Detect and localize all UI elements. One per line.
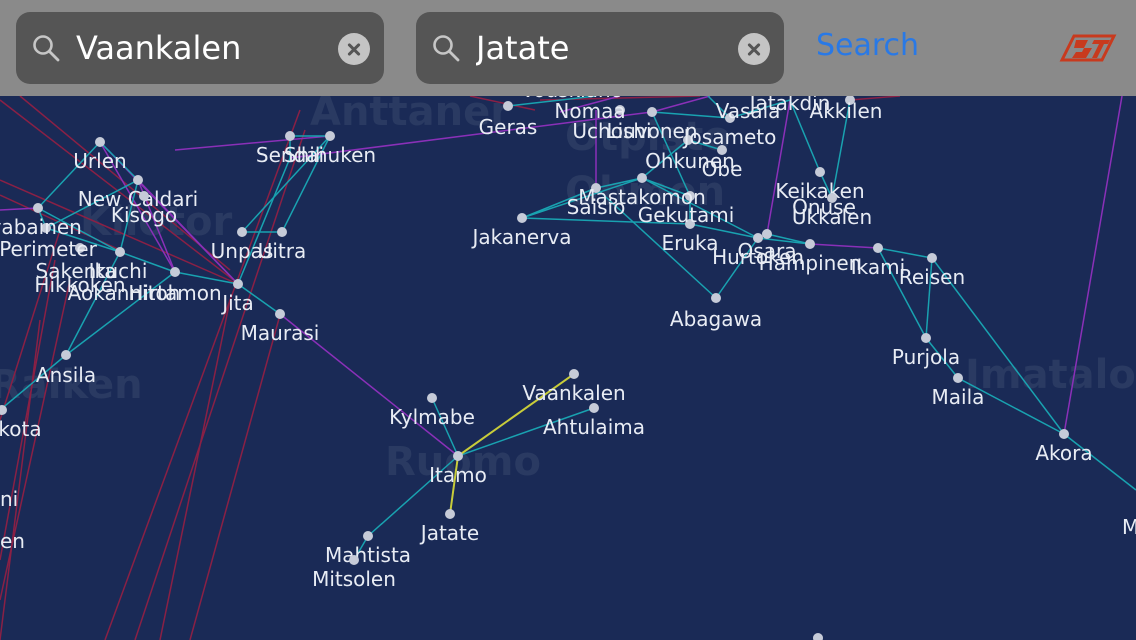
destination-search-field[interactable]	[416, 12, 784, 84]
svg-text:Shihuken: Shihuken	[284, 143, 376, 167]
gate-links	[0, 95, 1136, 561]
system-node[interactable]: Jiyabainen	[0, 215, 82, 239]
svg-text:Jiyabainen: Jiyabainen	[0, 215, 82, 239]
svg-text:Maurasi: Maurasi	[241, 321, 320, 345]
svg-text:Ikami: Ikami	[851, 255, 905, 279]
system-node[interactable]: Akkilen	[810, 95, 883, 123]
svg-text:Mitsolen: Mitsolen	[312, 567, 396, 591]
system-node[interactable]: ni	[0, 487, 18, 511]
svg-text:Hirtamon: Hirtamon	[128, 281, 221, 305]
system-node[interactable]: Vaankalen	[522, 369, 626, 405]
star-map[interactable]: Anttaner Otpisto Ohmon Kilotor Raiken Ru…	[0, 0, 1136, 640]
svg-text:Jakanerva: Jakanerva	[471, 225, 572, 249]
svg-text:Vaankalen: Vaankalen	[522, 381, 625, 405]
system-node[interactable]: Abagawa	[670, 293, 762, 331]
system-node[interactable]: Purjola	[892, 333, 960, 369]
svg-text:Jita: Jita	[220, 291, 254, 315]
system-node[interactable]: en	[0, 529, 25, 553]
svg-text:Itamo: Itamo	[429, 463, 487, 487]
system-node[interactable]: Mahtista	[325, 531, 411, 567]
destination-input[interactable]	[476, 26, 726, 70]
system-node[interactable]: Perimeter	[0, 237, 98, 261]
svg-text:Hikkoken: Hikkoken	[34, 273, 125, 297]
svg-text:Josameto: Josameto	[682, 125, 777, 149]
clear-icon[interactable]	[338, 33, 370, 65]
system-node[interactable]: M	[1122, 515, 1136, 539]
svg-text:Mahtista: Mahtista	[325, 543, 411, 567]
svg-text:Akora: Akora	[1035, 441, 1092, 465]
system-node[interactable]: Urlen	[73, 137, 127, 173]
system-node[interactable]: Akora	[1035, 429, 1093, 465]
svg-text:Jatate: Jatate	[419, 521, 479, 545]
system-node[interactable]: Reisen	[899, 253, 965, 289]
svg-text:Maila: Maila	[932, 385, 985, 409]
region-label: Imatalo	[965, 352, 1136, 398]
svg-text:Eruka: Eruka	[661, 231, 718, 255]
system-node[interactable]: Ukkalen	[792, 205, 872, 229]
search-icon	[33, 35, 60, 62]
svg-text:Geras: Geras	[479, 115, 538, 139]
search-icon	[433, 35, 460, 62]
system-node[interactable]: Saisio	[567, 195, 626, 219]
origin-input[interactable]	[76, 26, 326, 70]
svg-text:en: en	[0, 529, 25, 553]
origin-search-field[interactable]	[16, 12, 384, 84]
system-node[interactable]: Hikkoken	[34, 273, 125, 297]
svg-text:Abagawa: Abagawa	[670, 307, 762, 331]
system-node[interactable]: kota	[0, 405, 42, 441]
svg-text:Obe: Obe	[702, 157, 743, 181]
svg-text:Saisio: Saisio	[567, 195, 626, 219]
svg-text:Uitra: Uitra	[258, 239, 307, 263]
system-node[interactable]: Jita	[220, 279, 254, 315]
system-node[interactable]: Josameto	[682, 125, 777, 149]
sst-logo-icon	[1059, 34, 1117, 62]
svg-text:Ansila: Ansila	[36, 363, 96, 387]
system-node[interactable]: Gekutami	[638, 203, 735, 229]
svg-text:Purjola: Purjola	[892, 345, 960, 369]
system-node[interactable]: Ansila	[36, 350, 96, 387]
svg-text:Ahtulaima: Ahtulaima	[543, 415, 645, 439]
search-toolbar: Search	[0, 0, 1136, 96]
svg-text:Ukkalen: Ukkalen	[792, 205, 872, 229]
system-node[interactable]: Ikami	[851, 243, 905, 279]
system-node[interactable]: Jakanerva	[471, 213, 572, 249]
svg-text:M: M	[1122, 515, 1136, 539]
system-node[interactable]: Ahtulaima	[543, 403, 645, 439]
svg-text:ni: ni	[0, 487, 18, 511]
system-node[interactable]: Jatate	[419, 509, 479, 545]
svg-text:Kisogo: Kisogo	[111, 203, 177, 227]
svg-text:Kylmabe: Kylmabe	[389, 405, 475, 429]
svg-text:kota: kota	[0, 417, 42, 441]
svg-text:Akkilen: Akkilen	[810, 99, 883, 123]
clear-icon[interactable]	[738, 33, 770, 65]
system-node[interactable]: Kylmabe	[389, 393, 475, 429]
search-button[interactable]: Search	[816, 28, 919, 63]
svg-text:Hampinen: Hampinen	[759, 251, 862, 275]
svg-text:Urlen: Urlen	[73, 149, 126, 173]
system-node[interactable]	[33, 203, 43, 213]
svg-text:Perimeter: Perimeter	[0, 237, 98, 261]
svg-text:Reisen: Reisen	[899, 265, 965, 289]
svg-text:Gekutami: Gekutami	[638, 203, 735, 227]
system-node[interactable]	[813, 633, 823, 640]
